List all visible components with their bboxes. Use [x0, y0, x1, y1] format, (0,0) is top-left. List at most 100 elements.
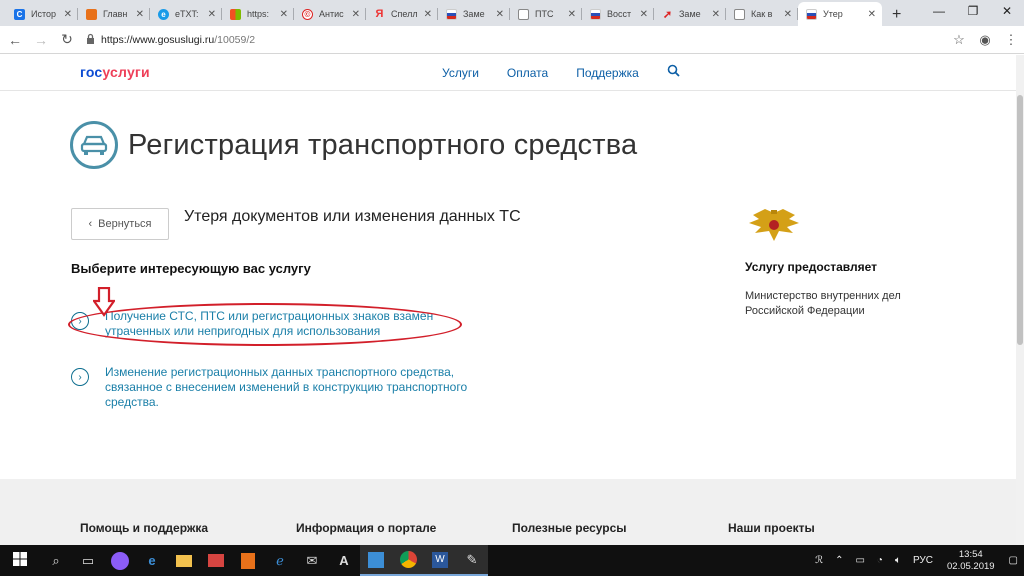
close-icon[interactable]: ✕: [494, 9, 510, 20]
people-icon[interactable]: ℛ: [809, 555, 829, 566]
volume-icon[interactable]: 🔈︎: [889, 555, 907, 566]
page-title-block: Регистрация транспортного средства: [70, 121, 637, 169]
gosuslugi-logo[interactable]: госуслуги: [80, 64, 150, 80]
system-tray: ℛ ⌃ ▭ ◔ 🔈︎ РУС 13:54 02.05.2019 ▢: [809, 545, 1024, 576]
browser-tab[interactable]: C Истор ✕: [6, 2, 78, 26]
browser-tab[interactable]: Я Спелл ✕: [366, 2, 438, 26]
app-icon[interactable]: [232, 545, 264, 576]
browser-tab-active[interactable]: Утер ✕: [798, 2, 882, 26]
url-path: /10059/2: [214, 33, 256, 46]
lock-icon: [86, 33, 95, 46]
footer-projects[interactable]: Наши проекты: [728, 521, 815, 535]
web-page: госуслуги Услуги Оплата Поддержка Регист…: [0, 55, 1024, 545]
chrome-icon[interactable]: [392, 545, 424, 576]
browser-tab[interactable]: ПТС ✕: [510, 2, 582, 26]
browser-tab[interactable]: https: ✕: [222, 2, 294, 26]
clock-date: 02.05.2019: [947, 560, 995, 572]
header-nav: Услуги Оплата Поддержка: [442, 66, 639, 80]
close-icon[interactable]: ✕: [422, 9, 438, 20]
back-arrow-icon[interactable]: ←: [4, 32, 26, 48]
close-icon[interactable]: ✕: [62, 9, 78, 20]
language-indicator[interactable]: РУС: [907, 555, 939, 566]
provider-name: Министерство внутренних дел Российской Ф…: [745, 290, 901, 317]
windows-start-icon[interactable]: [0, 552, 40, 569]
url-host: https://www.gosuslugi.ru: [101, 33, 215, 46]
notifications-icon[interactable]: ▢: [1003, 555, 1024, 566]
car-icon: [70, 121, 118, 169]
minimize-icon[interactable]: —: [922, 0, 956, 24]
app-active-icon[interactable]: [360, 545, 392, 576]
russia-flag-icon: [590, 8, 601, 20]
mail-icon[interactable]: ✉: [296, 545, 328, 576]
browser-tab[interactable]: © Антис ✕: [294, 2, 366, 26]
chevron-up-icon[interactable]: ⌃: [829, 555, 849, 566]
menu-icon[interactable]: ⋮: [998, 32, 1024, 48]
service-link[interactable]: › Изменение регистрационных данных транс…: [71, 365, 490, 410]
footer-portal-info[interactable]: Информация о портале: [296, 521, 436, 535]
file-explorer-icon[interactable]: [168, 545, 200, 576]
forward-arrow-icon[interactable]: →: [30, 32, 52, 48]
reload-icon[interactable]: ↻: [56, 31, 78, 48]
clock-time: 13:54: [958, 548, 983, 560]
close-icon[interactable]: ✕: [710, 9, 726, 20]
close-icon[interactable]: ✕: [350, 9, 366, 20]
provider-heading: Услугу предоставляет: [745, 260, 878, 274]
orange-site-icon: [86, 8, 97, 20]
service-label[interactable]: Изменение регистрационных данных транспо…: [105, 365, 490, 410]
browser-tab[interactable]: Главн ✕: [78, 2, 150, 26]
restore-icon[interactable]: ❐: [956, 0, 990, 24]
provider-emblem: [745, 207, 803, 247]
paint-icon[interactable]: ✎: [456, 545, 488, 576]
scrollbar-thumb[interactable]: [1017, 95, 1023, 345]
close-icon[interactable]: ✕: [638, 9, 654, 20]
close-icon[interactable]: ✕: [866, 9, 882, 20]
store-icon[interactable]: [200, 545, 232, 576]
word-icon[interactable]: W: [424, 545, 456, 576]
footer-resources[interactable]: Полезные ресурсы: [512, 521, 627, 535]
star-icon[interactable]: ☆: [946, 32, 972, 48]
search-icon[interactable]: ⌕: [40, 545, 72, 576]
scrollbar[interactable]: [1016, 55, 1024, 545]
back-button-label: Вернуться: [98, 218, 152, 230]
url-field[interactable]: https://www.gosuslugi.ru/10059/2: [86, 29, 946, 51]
close-icon[interactable]: ✕: [278, 9, 294, 20]
page-subtitle: Утеря документов или изменения данных ТС: [184, 208, 521, 225]
red-arrow-icon: ➚: [662, 8, 673, 21]
clock[interactable]: 13:54 02.05.2019: [939, 549, 1003, 573]
russia-flag-icon: [806, 8, 817, 20]
search-icon[interactable]: [667, 64, 680, 80]
etxt-icon: e: [158, 8, 169, 20]
task-view-icon[interactable]: ▭: [72, 545, 104, 576]
browser-tab[interactable]: ➚ Заме ✕: [654, 2, 726, 26]
doc-icon: [734, 8, 745, 20]
chevron-right-icon: ›: [71, 368, 89, 386]
close-icon[interactable]: ✕: [782, 9, 798, 20]
red-down-arrow-icon: [91, 286, 117, 322]
nav-support[interactable]: Поддержка: [576, 66, 639, 80]
footer-help[interactable]: Помощь и поддержка: [80, 521, 208, 535]
nav-services[interactable]: Услуги: [442, 66, 479, 80]
close-window-icon[interactable]: ✕: [990, 0, 1024, 24]
close-icon[interactable]: ✕: [206, 9, 222, 20]
browser-tab[interactable]: Заме ✕: [438, 2, 510, 26]
ie-icon[interactable]: ℯ: [264, 545, 296, 576]
close-icon[interactable]: ✕: [134, 9, 150, 20]
close-icon[interactable]: ✕: [566, 9, 582, 20]
font-icon[interactable]: A: [328, 545, 360, 576]
account-icon[interactable]: ◉: [972, 32, 998, 48]
network-icon[interactable]: ◔: [871, 555, 889, 566]
page-title: Регистрация транспортного средства: [128, 128, 638, 161]
edge-icon[interactable]: e: [136, 545, 168, 576]
windows-icon: [230, 8, 241, 20]
new-tab-button[interactable]: +: [882, 6, 911, 26]
browser-tab[interactable]: e eTXT: ✕: [150, 2, 222, 26]
battery-icon[interactable]: ▭: [849, 555, 870, 566]
browser-tab[interactable]: Восст ✕: [582, 2, 654, 26]
alice-icon[interactable]: [104, 545, 136, 576]
red-highlight-oval: [68, 303, 462, 346]
window-controls: — ❐ ✕: [922, 0, 1024, 24]
nav-payment[interactable]: Оплата: [507, 66, 548, 80]
doc-icon: [518, 8, 529, 20]
browser-tab[interactable]: Как в ✕: [726, 2, 798, 26]
back-button[interactable]: ‹ Вернуться: [71, 208, 169, 240]
